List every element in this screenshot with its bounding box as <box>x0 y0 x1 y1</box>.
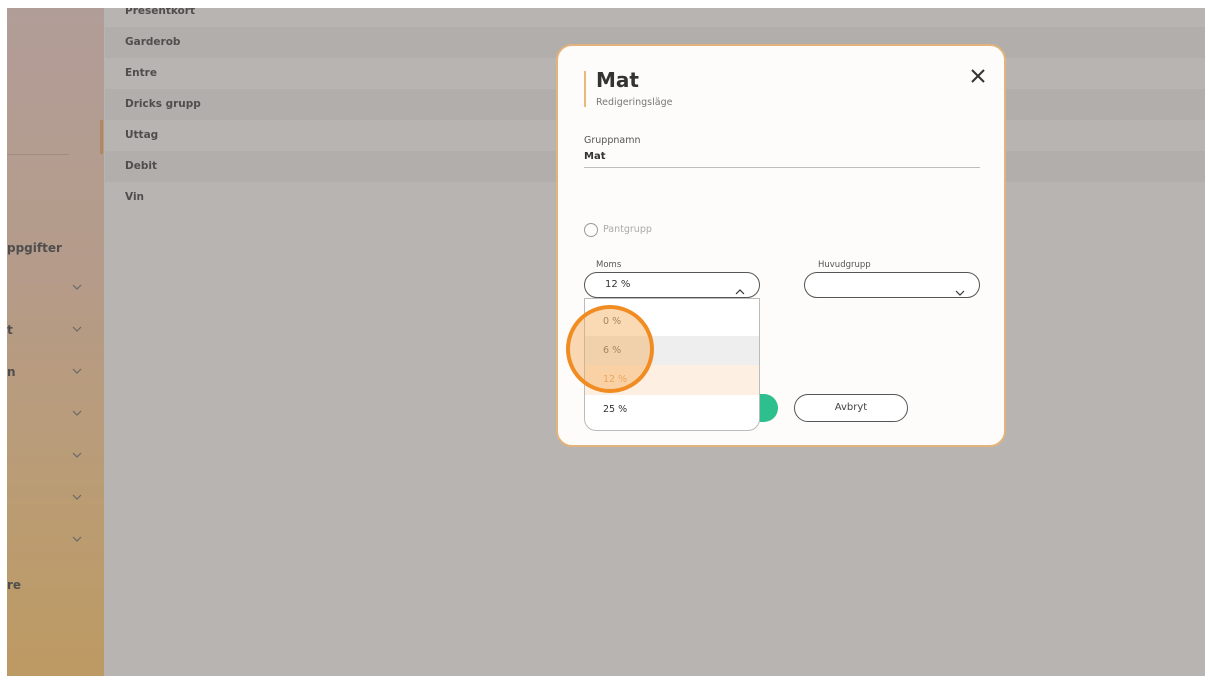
chevron-down-icon[interactable] <box>69 284 85 296</box>
group-name-field[interactable]: Mat <box>584 151 605 162</box>
cancel-button[interactable]: Avbryt <box>794 394 908 422</box>
moms-option[interactable]: 25 % <box>585 395 759 425</box>
moms-select[interactable]: 12 % <box>584 272 760 298</box>
sidebar-active-indicator <box>100 120 103 154</box>
dialog-title: Mat <box>596 68 639 92</box>
chevron-down-icon[interactable] <box>69 368 85 380</box>
huvudgrupp-select[interactable] <box>804 272 980 298</box>
pantgrupp-label: Pantgrupp <box>603 224 652 235</box>
huvudgrupp-label: Huvudgrupp <box>818 260 871 270</box>
close-icon[interactable] <box>966 64 990 88</box>
sidebar-label-uppgifter[interactable]: ppgifter <box>7 241 62 255</box>
dialog-subtitle: Redigeringsläge <box>596 97 673 108</box>
group-name-label: Gruppnamn <box>584 135 641 146</box>
sidebar-label-re[interactable]: re <box>7 578 21 592</box>
group-row[interactable]: Presentkort <box>105 8 1205 27</box>
click-highlight <box>566 305 654 393</box>
chevron-down-icon[interactable] <box>69 452 85 464</box>
sidebar: ppgifter t n re <box>7 8 104 676</box>
chevron-up-icon <box>735 280 745 299</box>
chevron-down-icon[interactable] <box>69 410 85 422</box>
chevron-down-icon[interactable] <box>69 326 85 338</box>
chevron-down-icon <box>955 281 965 300</box>
chevron-down-icon[interactable] <box>69 494 85 506</box>
sidebar-label-t[interactable]: t <box>7 323 13 337</box>
sidebar-label-n[interactable]: n <box>7 365 16 379</box>
moms-selected-value: 12 % <box>605 279 631 290</box>
group-name-underline <box>584 167 980 168</box>
chevron-down-icon[interactable] <box>69 536 85 548</box>
title-accent-bar <box>584 71 586 107</box>
sidebar-selected-item[interactable] <box>7 120 69 155</box>
pantgrupp-radio[interactable] <box>584 223 598 237</box>
moms-label: Moms <box>596 260 622 270</box>
